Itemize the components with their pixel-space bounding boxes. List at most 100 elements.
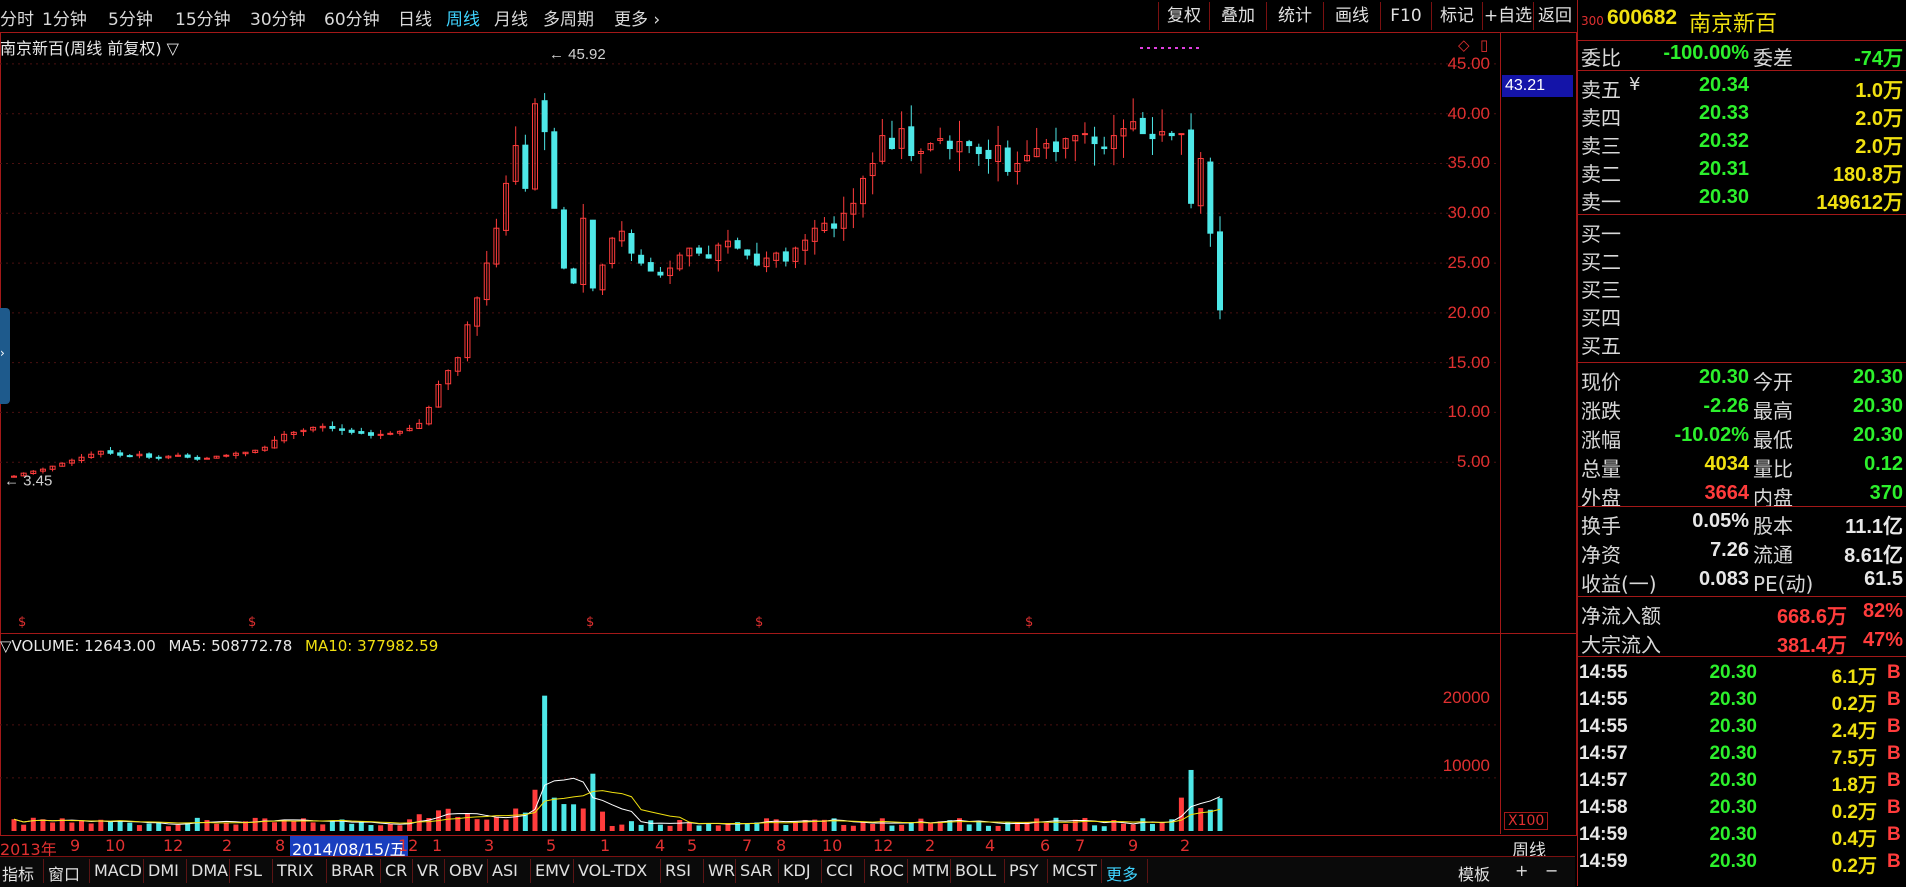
window-toggle-icon[interactable]: ▯ <box>1480 36 1488 54</box>
candlestick-chart[interactable]: ← 45.92 ← 3.45 $ $ $ $ $ <box>0 32 1500 634</box>
indicator-tab-asi[interactable]: ASI <box>492 861 518 880</box>
stats-value: 4034 <box>1704 453 1750 475</box>
candle-body <box>155 456 162 459</box>
ask-price: 20.33 <box>1698 102 1749 124</box>
ask-row[interactable]: 卖四 20.33 2.0万 <box>1577 102 1906 130</box>
dividend-marker-icon[interactable]: $ <box>248 615 256 630</box>
period-tab-1min[interactable]: 1分钟 <box>42 5 87 30</box>
tool-f10-button[interactable]: F10 <box>1380 2 1431 30</box>
tick-volume: 0.4万 <box>1831 829 1877 850</box>
bid-row[interactable]: 买一 <box>1577 218 1906 246</box>
time-axis-label: 2 <box>222 836 233 855</box>
volume-bar <box>165 826 171 831</box>
period-tab-15min[interactable]: 15分钟 <box>175 5 231 30</box>
period-tab-weekly[interactable]: 周线 <box>446 5 480 30</box>
tool-add-watch-button[interactable]: +自选 <box>1482 2 1533 30</box>
volume-bar <box>368 825 374 831</box>
indicator-tab-指标[interactable]: 指标 <box>2 861 34 885</box>
indicator-tab-roc[interactable]: ROC <box>869 861 904 880</box>
indicator-tab-rsi[interactable]: RSI <box>665 861 691 880</box>
volume-bar <box>320 824 326 831</box>
dividend-marker-icon[interactable]: $ <box>1025 615 1033 630</box>
indicator-tab-wr[interactable]: WR <box>708 861 735 880</box>
stats-value: 3664 <box>1704 482 1750 504</box>
indicator-tab-mtm[interactable]: MTM <box>912 861 949 880</box>
period-tab-5min[interactable]: 5分钟 <box>108 5 153 30</box>
indicator-tab-dma[interactable]: DMA <box>191 861 228 880</box>
period-tab-30min[interactable]: 30分钟 <box>250 5 306 30</box>
flow-row: 大宗流入 381.4万 47% <box>1577 629 1906 657</box>
indicator-tab-kdj[interactable]: KDJ <box>783 861 811 880</box>
tick-time: 14:58 <box>1579 797 1628 818</box>
dividend-marker-icon[interactable]: $ <box>755 615 763 630</box>
indicator-tab-mcst[interactable]: MCST <box>1052 861 1097 880</box>
weicha-label: 委差 <box>1753 46 1793 70</box>
candle-body <box>1091 136 1098 145</box>
indicator-tab-emv[interactable]: EMV <box>535 861 570 880</box>
tick-price: 20.30 <box>1709 662 1757 683</box>
ask-row[interactable]: 卖二 20.31 180.8万 <box>1577 158 1906 186</box>
candle-body <box>358 431 365 434</box>
indicator-tab-窗口[interactable]: 窗口 <box>48 861 80 885</box>
zoom-in-button[interactable]: + <box>1515 861 1528 880</box>
volume-bar <box>619 824 625 831</box>
volume-bar <box>493 816 499 831</box>
quote-panel: 300 600682 南京新百 委比 -100.00% 委差 -74万 卖五 20… <box>1577 0 1906 886</box>
bid-row[interactable]: 买三 <box>1577 274 1906 302</box>
indicator-tab-sar[interactable]: SAR <box>740 861 773 880</box>
zoom-out-button[interactable]: − <box>1545 861 1558 880</box>
indicator-tab-vr[interactable]: VR <box>417 861 439 880</box>
indicator-tab-psy[interactable]: PSY <box>1009 861 1039 880</box>
indicator-tab-cci[interactable]: CCI <box>826 861 853 880</box>
ask-row[interactable]: 卖一 20.30 149612万 <box>1577 186 1906 214</box>
tool-draw-button[interactable]: 画线 <box>1323 2 1380 30</box>
indicator-tab-更多[interactable]: 更多 <box>1106 861 1138 885</box>
indicator-tab-fsl[interactable]: FSL <box>234 861 262 880</box>
volume-bar <box>1130 824 1136 831</box>
ask-row[interactable]: 卖五 20.34 1.0万 <box>1577 74 1906 102</box>
time-axis-label: 4 <box>655 836 666 855</box>
period-tab-timeshare[interactable]: 分时 <box>0 5 34 30</box>
indicator-tab-brar[interactable]: BRAR <box>331 861 375 880</box>
indicator-tab-dmi[interactable]: DMI <box>148 861 179 880</box>
dividend-marker-icon[interactable]: $ <box>18 615 26 630</box>
weicha-value: -74万 <box>1854 48 1903 70</box>
template-button[interactable]: 模板 <box>1458 861 1490 885</box>
indicator-tab-cr[interactable]: CR <box>385 861 407 880</box>
volume-bar <box>744 823 750 831</box>
indicator-tab-trix[interactable]: TRIX <box>277 861 314 880</box>
bid-row[interactable]: 买二 <box>1577 246 1906 274</box>
stats-value: -2.26 <box>1703 395 1749 417</box>
stats-value: 20.30 <box>1852 366 1903 388</box>
bid-label: 买二 <box>1581 250 1621 274</box>
period-tab-60min[interactable]: 60分钟 <box>324 5 380 30</box>
stats-label: 量比 <box>1753 457 1793 481</box>
diamond-icon[interactable]: ◇ <box>1458 36 1470 54</box>
tool-overlay-button[interactable]: 叠加 <box>1209 2 1266 30</box>
volume-chart[interactable] <box>0 633 1500 836</box>
period-tab-daily[interactable]: 日线 <box>398 5 432 30</box>
indicator-tab-obv[interactable]: OBV <box>449 861 483 880</box>
tool-mark-button[interactable]: 标记 <box>1431 2 1482 30</box>
indicator-tab-macd[interactable]: MACD <box>94 861 142 880</box>
time-axis-label: 5 <box>546 836 557 855</box>
stock-name: 南京新百 <box>1689 12 1778 37</box>
period-toolbar: 分时 1分钟 5分钟 15分钟 30分钟 60分钟 日线 周线 月线 多周期 更… <box>0 0 1575 32</box>
dividend-marker-icon[interactable]: $ <box>586 615 594 630</box>
stats-label: 最低 <box>1753 428 1793 452</box>
bid-row[interactable]: 买五 <box>1577 330 1906 358</box>
sidebar-toggle-handle[interactable]: › <box>0 308 10 404</box>
candle-body <box>560 209 567 269</box>
period-tab-more[interactable]: 更多 › <box>614 5 660 30</box>
period-tab-multi[interactable]: 多周期 <box>543 5 594 30</box>
bid-row[interactable]: 买四 <box>1577 302 1906 330</box>
tool-stats-button[interactable]: 统计 <box>1266 2 1323 30</box>
tool-back-button[interactable]: 返回 <box>1533 2 1576 30</box>
tick-row: 14:55 20.30 6.1万 B <box>1577 662 1906 688</box>
ask-row[interactable]: 卖三 20.32 2.0万 <box>1577 130 1906 158</box>
period-tab-monthly[interactable]: 月线 <box>494 5 528 30</box>
tool-fuquan-button[interactable]: 复权 <box>1158 2 1209 30</box>
candle-body <box>146 453 153 458</box>
indicator-tab-voltdx[interactable]: VOL-TDX <box>578 861 647 880</box>
indicator-tab-boll[interactable]: BOLL <box>955 861 996 880</box>
